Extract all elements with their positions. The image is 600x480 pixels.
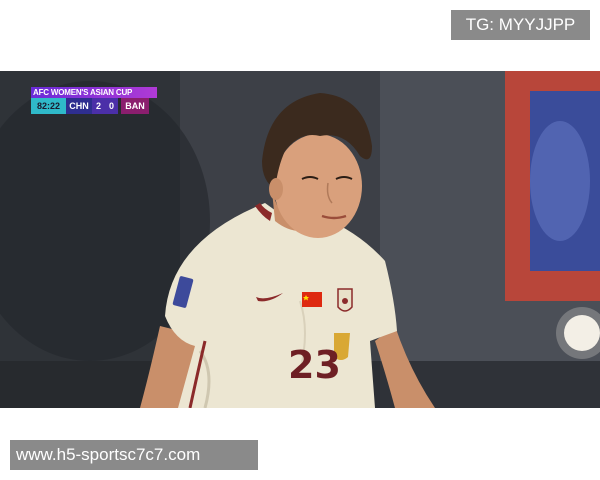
telegram-watermark: TG: MYYJJPP xyxy=(451,10,590,40)
away-score: 0 xyxy=(105,98,118,114)
away-team: BAN xyxy=(121,98,149,114)
home-score: 2 xyxy=(92,98,105,114)
competition-name: AFC WOMEN'S ASIAN CUP xyxy=(31,87,157,98)
match-clock: 82:22 xyxy=(31,98,66,114)
broadcast-scene: 23 xyxy=(0,71,600,408)
scoreboard: AFC WOMEN'S ASIAN CUP 82:22 CHN 2 0 BAN xyxy=(31,87,157,114)
home-team: CHN xyxy=(66,98,92,114)
video-frame: 23 AFC WOMEN'S ASIAN CUP 82:22 CHN 2 0 B… xyxy=(0,71,600,408)
shirt-number: 23 xyxy=(288,343,341,387)
website-watermark: www.h5-sportsc7c7.com xyxy=(10,440,258,470)
